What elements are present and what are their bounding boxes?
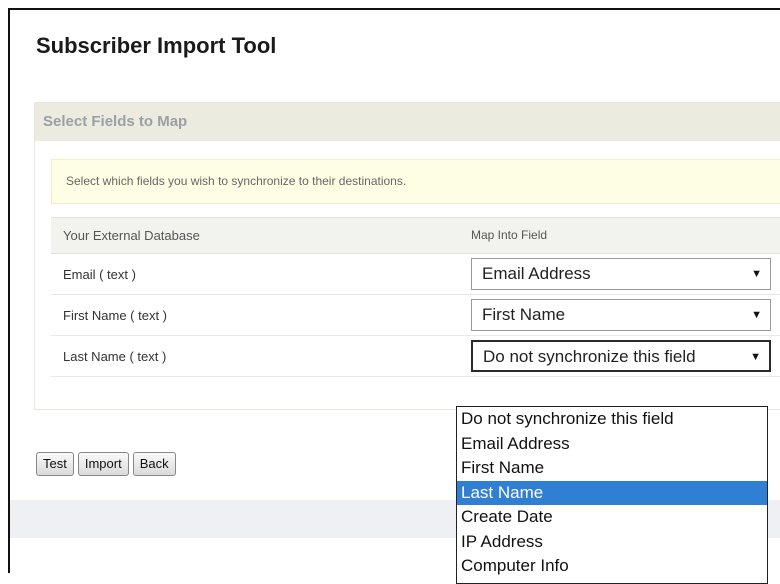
table-row: Last Name ( text ) Do not synchronize th… (51, 336, 780, 377)
map-select-email[interactable]: Email Address ▼ (471, 258, 771, 290)
chevron-down-icon: ▼ (751, 309, 762, 321)
select-value: First Name (482, 305, 566, 324)
dropdown-option[interactable]: Computer Info (457, 554, 767, 579)
dropdown-option-highlighted[interactable]: Last Name (457, 480, 767, 505)
import-button[interactable]: Import (77, 452, 129, 476)
column-header-map-into: Map Into Field (471, 228, 548, 242)
field-dropdown-list[interactable]: Do not synchronize this field Email Addr… (456, 406, 768, 584)
row-label-first-name: First Name ( text ) (63, 308, 168, 323)
select-value: Email Address (482, 264, 591, 283)
chevron-down-icon: ▼ (751, 268, 762, 280)
dropdown-option[interactable]: First Name (457, 456, 767, 481)
table-row: First Name ( text ) First Name ▼ (51, 295, 780, 336)
dropdown-option[interactable]: Do not synchronize this field (457, 407, 767, 432)
hint-message: Select which fields you wish to synchron… (51, 159, 780, 204)
chevron-down-icon: ▼ (750, 351, 761, 363)
page-title: Subscriber Import Tool (36, 33, 277, 58)
action-buttons: Test Import Back (36, 452, 180, 476)
map-select-first-name[interactable]: First Name ▼ (471, 299, 771, 331)
table-header: Your External Database Map Into Field (51, 217, 780, 254)
table-row: Email ( text ) Email Address ▼ (51, 254, 780, 295)
row-label-last-name: Last Name ( text ) (63, 349, 167, 364)
column-header-external-db: Your External Database (63, 228, 200, 243)
map-select-last-name[interactable]: Do not synchronize this field ▼ (471, 340, 771, 372)
field-map-section: Select Fields to Map Select which fields… (34, 102, 780, 410)
dropdown-option[interactable]: Email Address (457, 432, 767, 457)
back-button[interactable]: Back (132, 452, 176, 476)
row-label-email: Email ( text ) (63, 267, 136, 282)
dropdown-option[interactable]: Create Date (457, 505, 767, 530)
select-value: Do not synchronize this field (483, 347, 696, 366)
section-header: Select Fields to Map (35, 103, 780, 141)
dropdown-option[interactable]: IP Address (457, 530, 767, 555)
test-button[interactable]: Test (36, 452, 74, 476)
